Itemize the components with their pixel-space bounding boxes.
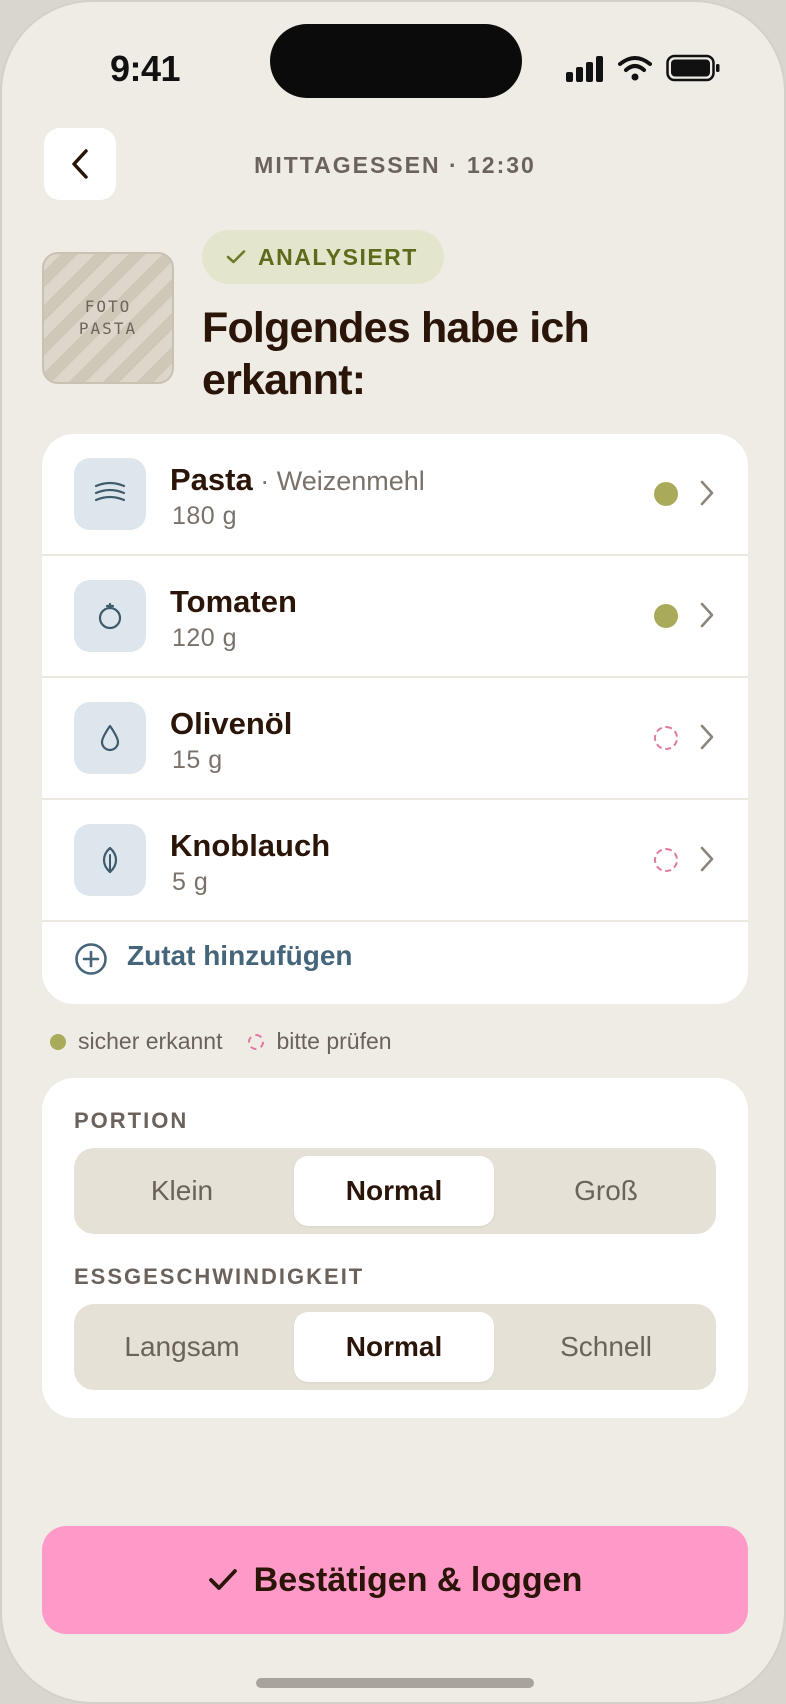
meal-photo-placeholder[interactable]: FOTO PASTA	[42, 252, 174, 384]
check-icon	[226, 250, 246, 264]
ingredient-list: Pasta · Weizenmehl 180 g Tomaten 120 g O…	[42, 434, 748, 1004]
chevron-right-icon	[700, 602, 714, 628]
status-sure-dot	[654, 604, 678, 628]
confirm-label: Bestätigen & loggen	[253, 1560, 583, 1599]
phone-screen: 9:41 MITTAGESSEN · 12:30 FOTO PASTA ANAL…	[0, 0, 786, 1704]
speed-option-normal[interactable]: Normal	[294, 1312, 494, 1382]
home-indicator[interactable]	[256, 1678, 534, 1688]
ingredient-name: Olivenöl	[170, 706, 293, 741]
status-time: 9:41	[110, 48, 181, 89]
ingredient-name: Tomaten	[170, 584, 297, 619]
wifi-icon	[618, 56, 652, 81]
portion-option-gross[interactable]: Groß	[506, 1156, 706, 1226]
add-ingredient-button[interactable]: Zutat hinzufügen	[42, 922, 748, 1004]
ingredient-amount: 120 g	[172, 624, 238, 652]
chevron-right-icon	[700, 480, 714, 506]
photo-placeholder-line1: FOTO	[84, 297, 132, 316]
ingredient-name: Pasta · Weizenmehl	[170, 462, 425, 497]
ingredient-row-tomaten[interactable]: Tomaten 120 g	[42, 556, 748, 678]
chevron-right-icon	[700, 846, 714, 872]
pasta-icon	[74, 458, 146, 530]
legend-sure-dot	[50, 1033, 66, 1050]
ingredient-amount: 180 g	[172, 502, 238, 530]
add-ingredient-label: Zutat hinzufügen	[127, 940, 353, 971]
analyzed-badge-label: ANALYSIERT	[258, 243, 418, 270]
portion-option-normal[interactable]: Normal	[294, 1156, 494, 1226]
ingredient-amount: 15 g	[172, 746, 223, 774]
analyzed-badge: ANALYSIERT	[202, 230, 444, 284]
ingredient-row-pasta[interactable]: Pasta · Weizenmehl 180 g	[42, 434, 748, 556]
meal-header-title: MITTAGESSEN · 12:30	[254, 152, 536, 178]
status-check-dot	[654, 726, 678, 750]
settings-card: PORTION Klein Normal Groß ESSGESCHWINDIG…	[42, 1078, 748, 1418]
speed-option-schnell[interactable]: Schnell	[506, 1312, 706, 1382]
status-sure-dot	[654, 482, 678, 506]
legend-sure-label: sicher erkannt	[78, 1028, 223, 1054]
speed-segmented-control: Langsam Normal Schnell	[74, 1304, 716, 1390]
photo-placeholder-line2: PASTA	[78, 319, 138, 338]
tomato-icon	[74, 580, 146, 652]
status-legend: sicher erkannt bitte prüfen	[50, 1028, 392, 1055]
status-check-dot	[654, 848, 678, 872]
ingredient-amount: 5 g	[172, 868, 209, 896]
confirm-log-button[interactable]: Bestätigen & loggen	[42, 1526, 748, 1634]
portion-option-klein[interactable]: Klein	[82, 1156, 282, 1226]
portion-label: PORTION	[74, 1108, 189, 1133]
portion-segmented-control: Klein Normal Groß	[74, 1148, 716, 1234]
oil-drop-icon	[74, 702, 146, 774]
speed-option-langsam[interactable]: Langsam	[82, 1312, 282, 1382]
ingredient-detail: · Weizenmehl	[252, 466, 425, 496]
legend-check-label: bitte prüfen	[276, 1028, 392, 1054]
ingredient-row-olivenoel[interactable]: Olivenöl 15 g	[42, 678, 748, 800]
ingredient-name: Knoblauch	[170, 828, 331, 863]
signal-icon	[566, 56, 603, 82]
page-title: Folgendes habe ich erkannt:	[202, 304, 590, 404]
speed-label: ESSGESCHWINDIGKEIT	[74, 1264, 365, 1289]
chevron-right-icon	[700, 724, 714, 750]
garlic-leaf-icon	[74, 824, 146, 896]
dynamic-island	[270, 24, 522, 98]
ingredient-row-knoblauch[interactable]: Knoblauch 5 g	[42, 800, 748, 922]
plus-circle-icon	[75, 943, 107, 975]
legend-check-dot	[248, 1033, 265, 1050]
battery-icon	[666, 54, 720, 82]
check-icon	[208, 1569, 237, 1590]
